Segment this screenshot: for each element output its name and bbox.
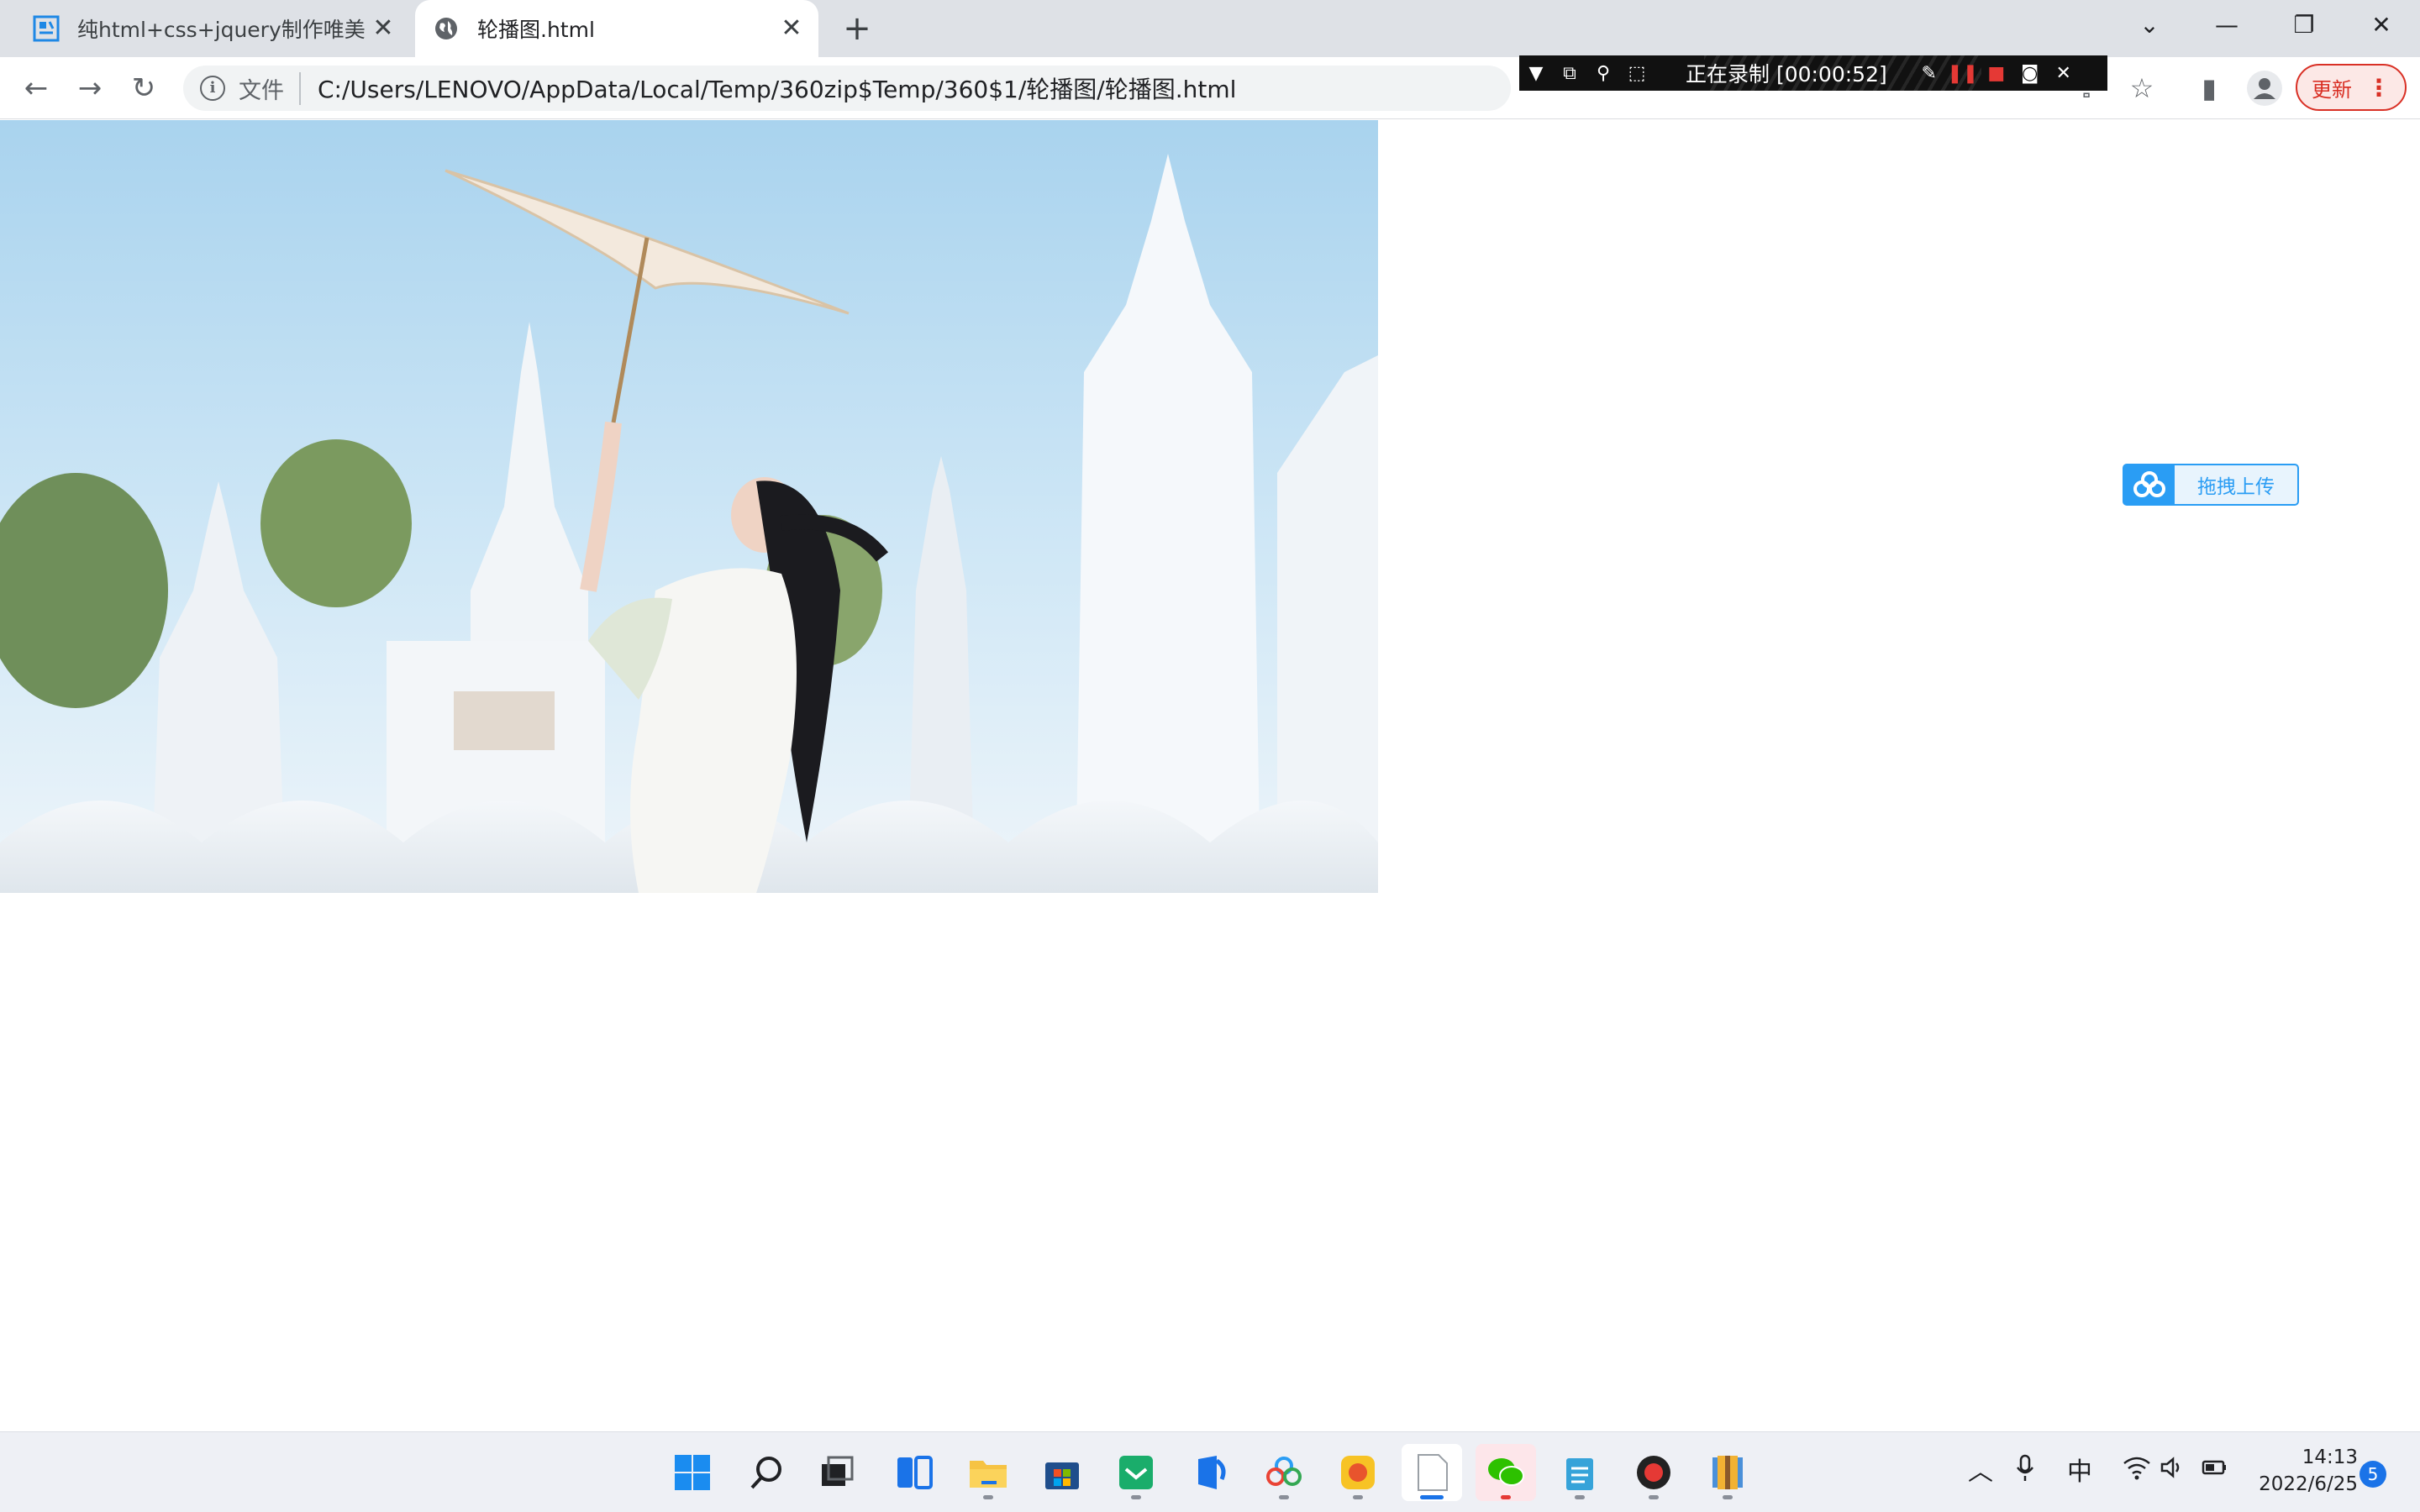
window-icon[interactable]: ⧉ [1553,63,1586,84]
file-scheme-chip: 文件 [239,71,301,105]
stop-icon[interactable]: ■ [1980,63,2013,84]
notepad-doc-icon[interactable] [1402,1444,1462,1501]
task-view-icon[interactable] [807,1444,867,1501]
file-explorer-icon[interactable] [958,1444,1018,1501]
tab-title: 纯html+css+jquery制作唯美自适应 [77,18,368,42]
running-indicator [1501,1495,1511,1499]
ime-indicator[interactable]: 中 [2067,1454,2092,1491]
region-icon[interactable]: ⬚ [1620,63,1654,84]
record-icon[interactable] [1623,1444,1684,1501]
more-menu-icon[interactable]: ⋮ [2367,74,2391,102]
back-icon[interactable]: ← [17,69,55,108]
bookmark-star-icon[interactable]: ☆ [2123,69,2161,108]
drag-upload-widget[interactable]: 拖拽上传 [2123,464,2299,506]
close-icon[interactable]: ✕ [2047,63,2081,84]
app-yellow-icon[interactable] [1328,1444,1388,1501]
restore-button[interactable]: ❐ [2265,0,2343,50]
show-hidden-icons-icon[interactable]: ︿ [1968,1454,1993,1491]
windows-start-icon[interactable] [662,1444,723,1501]
globe-icon [432,14,460,43]
close-tab-icon[interactable]: ✕ [368,13,398,44]
running-indicator [1420,1495,1444,1499]
microphone-icon[interactable] [2015,1454,2035,1494]
running-indicator [1575,1495,1585,1499]
volume-icon[interactable] [2160,1454,2185,1491]
tab-slider-page[interactable]: 轮播图.html ✕ [415,0,818,57]
battery-icon[interactable] [2200,1454,2228,1491]
notepad-icon[interactable] [1549,1444,1610,1501]
forward-icon[interactable]: → [71,69,109,108]
windows-taskbar: ︿ 中 14:13 2022/6/25 5 [0,1431,2420,1512]
profile-avatar[interactable] [2247,71,2282,106]
zoom-icon[interactable]: ⚲ [1586,63,1620,84]
running-indicator [1649,1495,1659,1499]
widgets-icon[interactable] [884,1444,944,1501]
wechat-icon[interactable] [1476,1444,1536,1501]
pause-icon[interactable]: ❚❚ [1946,63,1980,84]
editor-doc-icon [32,14,60,43]
new-tab-button[interactable]: + [837,8,877,49]
url-text[interactable]: C:/Users/LENOVO/AppData/Local/Temp/360zi… [318,71,1236,105]
side-panel-icon[interactable]: ▮ [2190,69,2228,108]
update-label: 更新 [2312,77,2352,102]
image-carousel[interactable]: 1 2 3 4 5 6 [0,120,1378,893]
reload-icon[interactable]: ↻ [124,69,163,108]
app-green-icon[interactable] [1106,1444,1166,1501]
clock-time: 14:13 [2302,1446,2358,1468]
edge-like-icon[interactable] [1180,1444,1240,1501]
running-indicator [1353,1495,1363,1499]
tab-editor[interactable]: 纯html+css+jquery制作唯美自适应 ✕ [15,0,410,57]
search-icon[interactable] [736,1444,797,1501]
notification-badge[interactable]: 5 [2360,1461,2386,1488]
clock-date: 2022/6/25 [2259,1473,2358,1495]
tab-search-icon[interactable]: ⌄ [2111,0,2188,50]
running-indicator [1723,1495,1733,1499]
slide-photo [0,120,1378,893]
archive-icon[interactable] [1697,1444,1758,1501]
system-clock[interactable]: 14:13 2022/6/25 [2249,1444,2358,1498]
screen-recorder-bar: ▼ ⧉ ⚲ ⬚ 正在录制 [00:00:52] ✎ ❚❚ ■ ◙ ✕ [1519,55,2107,91]
baidu-netdisk-icon[interactable] [1254,1444,1314,1501]
close-window-button[interactable]: ✕ [2343,0,2420,50]
camera-icon[interactable]: ◙ [2013,63,2047,84]
tab-strip: 纯html+css+jquery制作唯美自适应 ✕ 轮播图.html ✕ + ⌄… [0,0,2420,57]
dropdown-icon[interactable]: ▼ [1519,63,1553,84]
pen-icon[interactable]: ✎ [1912,63,1946,84]
minimize-button[interactable]: — [2188,0,2265,50]
running-indicator [1131,1495,1141,1499]
update-button[interactable]: 更新 ⋮ [2296,64,2407,111]
recording-status: 正在录制 [00:00:52] [1686,62,1887,87]
close-tab-icon[interactable]: ✕ [776,13,807,44]
site-info-icon[interactable]: i [200,76,225,101]
wifi-icon[interactable] [2123,1454,2151,1491]
baidu-netdisk-icon [2124,465,2175,504]
drag-upload-label: 拖拽上传 [2197,476,2275,498]
microsoft-store-icon[interactable] [1032,1444,1092,1501]
address-bar[interactable]: i 文件 C:/Users/LENOVO/AppData/Local/Temp/… [183,66,1511,111]
running-indicator [983,1495,993,1499]
tab-title: 轮播图.html [477,18,595,42]
running-indicator [1279,1495,1289,1499]
